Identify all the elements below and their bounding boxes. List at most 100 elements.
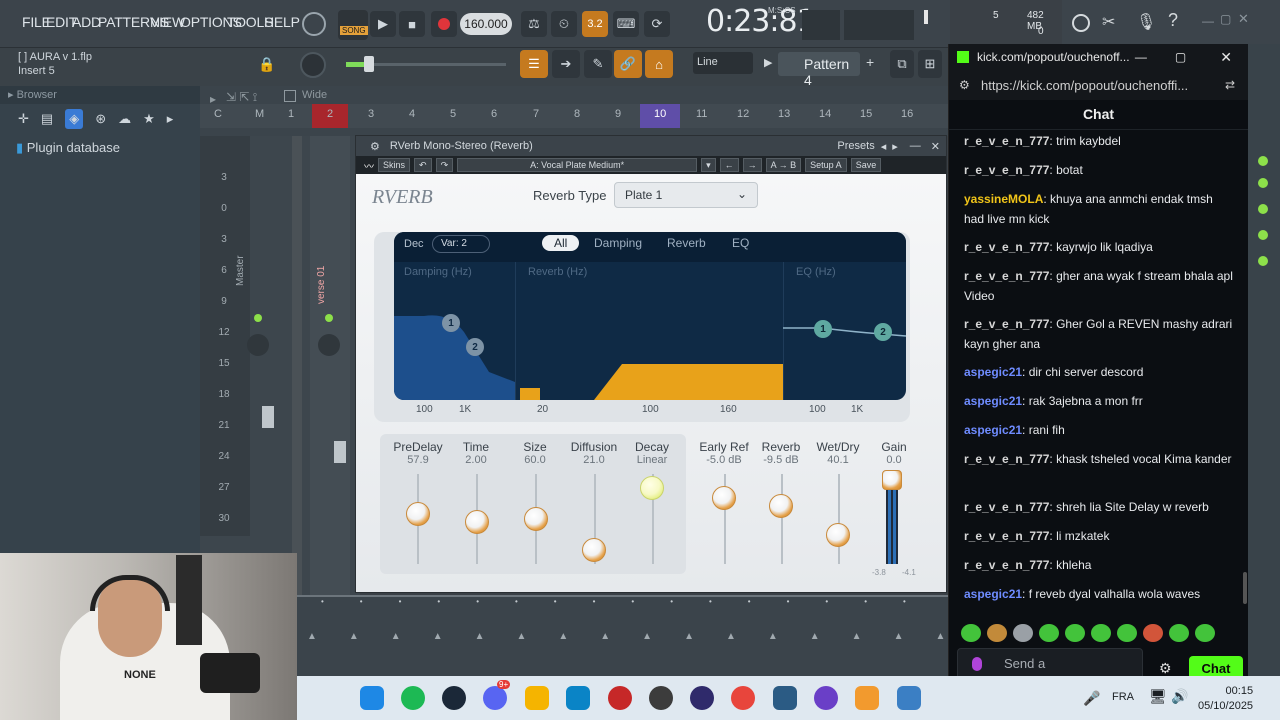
file-explorer-icon[interactable] — [525, 686, 549, 710]
plugin-titlebar[interactable]: ⚙ RVerb Mono-Stereo (Reverb) Presets ◂ ▸… — [356, 136, 946, 156]
emote-icon[interactable] — [1117, 624, 1137, 642]
chat-address-bar[interactable]: ⚙ https://kick.com/popout/ouchenoffi... … — [949, 70, 1248, 100]
preset-prev-icon[interactable]: ◂ — [881, 140, 887, 153]
cut-icon[interactable]: ✂ — [1102, 12, 1115, 32]
snap-dropdown[interactable]: Line — [693, 52, 753, 74]
time-slider[interactable] — [465, 510, 489, 534]
file-icon[interactable]: ▤ — [41, 111, 53, 127]
mixer-strip-verse[interactable] — [310, 110, 350, 630]
help-icon[interactable]: ? — [1168, 10, 1178, 31]
plugin-gear-icon[interactable]: ⚙ — [370, 140, 380, 153]
plugin-icon[interactable]: ◈ — [65, 109, 84, 129]
metronome-button[interactable]: ⚖ — [521, 11, 547, 37]
eq-node-1[interactable]: 1 — [814, 320, 832, 338]
maximize-icon[interactable]: ▢ — [1220, 12, 1231, 26]
loop-record-button[interactable]: ⟳ — [644, 11, 670, 37]
strip-led[interactable] — [1258, 204, 1268, 214]
collapse-icon[interactable]: ✛ — [18, 111, 29, 127]
mixer-button[interactable]: ⧉ — [890, 50, 914, 78]
step-dots[interactable]: •••••••••••••••• — [321, 597, 941, 609]
global-icon[interactable]: ⊛ — [95, 111, 106, 127]
size-slider[interactable] — [524, 507, 548, 531]
preset-name-field[interactable]: A: Vocal Plate Medium* — [457, 158, 698, 172]
tab-eq[interactable]: EQ — [732, 236, 749, 250]
chat-maximize-icon[interactable]: ▢ — [1175, 50, 1186, 64]
waves-app-icon[interactable] — [773, 686, 797, 710]
emote-icon[interactable] — [1143, 624, 1163, 642]
emote-icon[interactable] — [1169, 624, 1189, 642]
emote-icon[interactable] — [1039, 624, 1059, 642]
arrow-right-button[interactable]: ➔ — [552, 50, 580, 78]
reverb-graph[interactable]: Dec Var: 2 All Damping Reverb EQ Damping… — [394, 232, 906, 400]
microphone-icon[interactable]: 🎙 — [1136, 12, 1156, 32]
preset-right-button[interactable]: → — [742, 158, 762, 172]
save-button[interactable]: Save — [850, 158, 882, 172]
var-dropdown[interactable]: Var: 2 — [432, 235, 490, 253]
eq-node-2[interactable]: 2 — [874, 323, 892, 341]
wait-input-button[interactable]: ⏲ — [551, 11, 577, 37]
skins-button[interactable]: Skins — [378, 158, 411, 172]
undo-button[interactable]: ↶ — [414, 158, 432, 172]
monitor-app-icon[interactable] — [566, 686, 590, 710]
presets-label[interactable]: Presets — [837, 140, 874, 152]
preset-next-icon[interactable]: ▸ — [892, 140, 898, 153]
play-button[interactable]: ▶ — [370, 11, 396, 37]
link-button[interactable]: 🔗 — [614, 50, 642, 78]
menu-help[interactable]: HELP — [264, 14, 300, 30]
language-indicator[interactable]: FRA — [1112, 691, 1134, 703]
tab-damping[interactable]: Damping — [594, 236, 642, 250]
translate-icon[interactable]: ⇄ — [1225, 78, 1235, 92]
damping-node-2[interactable]: 2 — [466, 338, 484, 356]
pattern-selector[interactable]: Pattern 4 — [778, 52, 860, 88]
master-volume-knob[interactable] — [302, 12, 326, 36]
diffusion-slider[interactable] — [582, 538, 606, 562]
chat-message-list[interactable]: r_e_v_e_n_777: trim kaybdel r_e_v_e_n_77… — [949, 132, 1249, 612]
emote-icon[interactable] — [987, 624, 1007, 642]
playlist-square-icon[interactable] — [284, 90, 296, 102]
emote-icon[interactable] — [961, 624, 981, 642]
ab-button[interactable]: A → B — [765, 158, 802, 172]
preset-left-button[interactable]: ← — [719, 158, 739, 172]
channel-rack-button[interactable]: ⊞ — [918, 50, 942, 78]
steam-icon[interactable] — [442, 686, 466, 710]
site-info-icon[interactable]: ⚙ — [959, 78, 970, 92]
wet-dry-slider[interactable] — [826, 523, 850, 547]
countdown-button[interactable]: 3.2 — [582, 11, 608, 37]
predelay-slider[interactable] — [406, 502, 430, 526]
network-icon[interactable]: 🖥 — [1149, 688, 1167, 705]
redo-button[interactable]: ↷ — [435, 158, 454, 172]
reverb-type-dropdown[interactable]: Plate 1 ⌄ — [614, 182, 758, 208]
playlist-arrows-icon[interactable]: ⇲ ⇱ ⟟ — [226, 90, 257, 105]
verse-active-led[interactable] — [325, 314, 333, 322]
windows-start-icon[interactable] — [360, 686, 384, 710]
chat-close-icon[interactable]: ✕ — [1220, 49, 1232, 66]
pat-song-toggle[interactable]: SONG — [338, 10, 368, 40]
step-edit-button[interactable]: ⌨ — [613, 11, 639, 37]
emote-icon[interactable] — [1091, 624, 1111, 642]
circle-app-icon[interactable] — [690, 686, 714, 710]
pattern-prev-icon[interactable]: ▶ — [764, 56, 772, 69]
chat-settings-icon[interactable]: ⚙ — [1159, 660, 1172, 677]
minimize-icon[interactable]: — — [1202, 14, 1214, 28]
strip-led[interactable] — [1258, 256, 1268, 266]
browser-arrow-icon[interactable]: ▸ — [8, 89, 17, 101]
master-pan-knob[interactable] — [247, 334, 269, 356]
strip-led[interactable] — [1258, 178, 1268, 188]
chrome-icon[interactable] — [731, 686, 755, 710]
preset-load-button[interactable]: ▾ — [701, 158, 716, 172]
tempo-display[interactable]: 160.000 — [460, 13, 512, 35]
close-icon[interactable]: ✕ — [1238, 11, 1249, 27]
obs-icon[interactable] — [649, 686, 673, 710]
plugin-minimize-icon[interactable]: — — [910, 140, 921, 152]
stamp-button[interactable]: ⌂ — [645, 50, 673, 78]
pitch-knob[interactable] — [300, 52, 326, 78]
discord-icon[interactable]: 9+ — [483, 680, 511, 710]
fl-studio-icon[interactable] — [855, 686, 879, 710]
taskbar-clock[interactable]: 00:15 05/10/2025 — [1198, 684, 1253, 714]
emote-icon[interactable] — [1065, 624, 1085, 642]
menu-add[interactable]: ADD — [72, 14, 101, 30]
plugin-close-icon[interactable]: ✕ — [931, 140, 940, 153]
damping-node-1[interactable]: 1 — [442, 314, 460, 332]
tab-all[interactable]: All — [542, 235, 580, 251]
red-app-icon[interactable] — [608, 686, 632, 710]
